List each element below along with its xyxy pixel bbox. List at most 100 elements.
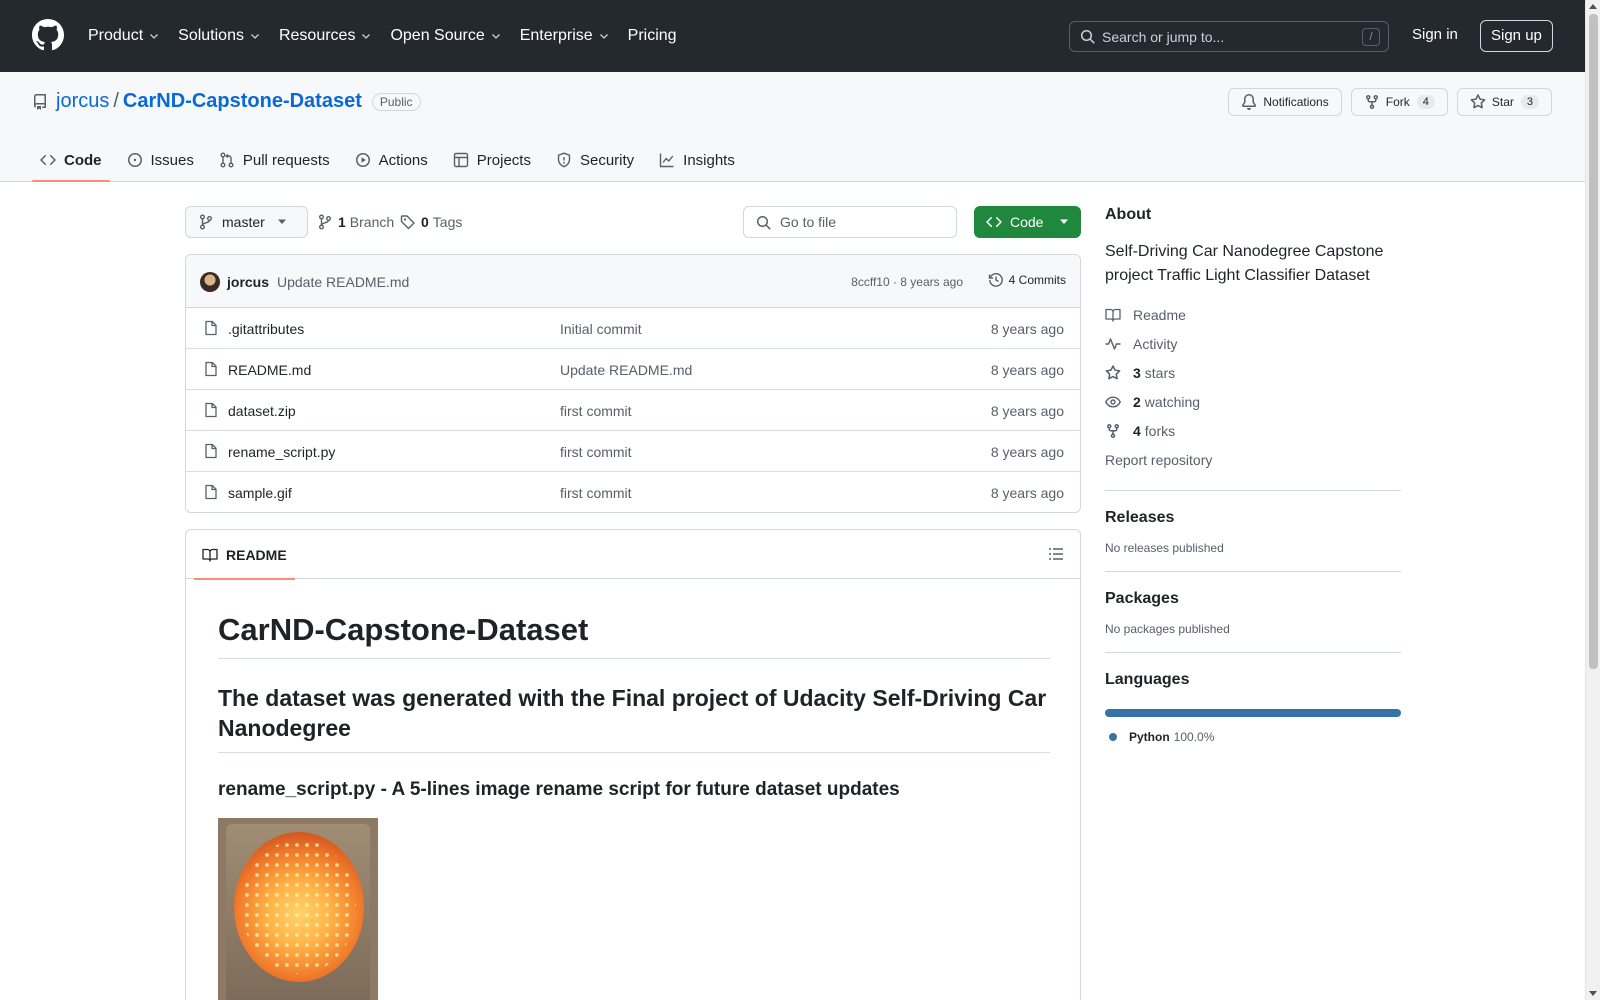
tab-insights[interactable]: Insights <box>651 138 743 182</box>
file-name-link[interactable]: dataset.zip <box>228 403 296 419</box>
language-item[interactable]: Python 100.0% <box>1105 730 1401 744</box>
nav-product[interactable]: Product <box>88 27 160 45</box>
repo-header: jorcus / CarND-Capstone-Dataset Public N… <box>0 72 1585 182</box>
commits-history-link[interactable]: 4 Commits <box>988 272 1066 288</box>
page-scrollbar[interactable] <box>1585 0 1600 1000</box>
language-bar <box>1105 709 1401 717</box>
traffic-light-sample-image[interactable] <box>218 817 378 1000</box>
fork-button[interactable]: Fork 4 <box>1350 88 1448 116</box>
nav-pricing[interactable]: Pricing <box>628 27 677 45</box>
search-input[interactable]: Search or jump to... / <box>1069 21 1389 52</box>
readme-tab[interactable]: README <box>194 530 295 580</box>
file-commit-message[interactable]: first commit <box>560 444 632 460</box>
file-commit-message[interactable]: first commit <box>560 485 632 501</box>
commit-message-link[interactable]: Update README.md <box>277 274 409 290</box>
nav-resources[interactable]: Resources <box>279 27 372 45</box>
tag-icon <box>400 215 415 230</box>
code-icon <box>986 216 1002 228</box>
graph-icon <box>659 153 674 168</box>
file-row[interactable]: rename_script.py first commit 8 years ag… <box>186 431 1080 472</box>
readme-link[interactable]: Readme <box>1105 300 1401 329</box>
stars-link[interactable]: 3 stars <box>1105 358 1401 387</box>
repo-sidebar: About Self-Driving Car Nanodegree Capsto… <box>1105 206 1401 744</box>
table-icon <box>453 152 468 168</box>
file-row[interactable]: dataset.zip first commit 8 years ago <box>186 390 1080 431</box>
scrollbar-thumb[interactable] <box>1589 14 1598 669</box>
star-icon <box>1105 364 1121 379</box>
file-commit-message[interactable]: first commit <box>560 403 632 419</box>
tab-security[interactable]: Security <box>548 138 642 182</box>
readme-title: CarND-Capstone-Dataset <box>218 612 1050 659</box>
caret-down-icon <box>277 219 286 224</box>
caret-down-icon <box>1060 219 1068 224</box>
nav-solutions[interactable]: Solutions <box>178 27 261 45</box>
file-name-link[interactable]: sample.gif <box>228 485 292 501</box>
list-outline-icon[interactable] <box>1048 546 1064 562</box>
scroll-down-arrow-icon[interactable] <box>1589 991 1597 996</box>
repo-description: Self-Driving Car Nanodegree Capstone pro… <box>1105 243 1384 284</box>
tab-code[interactable]: Code <box>32 138 110 182</box>
releases-empty-text: No releases published <box>1105 541 1224 555</box>
commit-author-link[interactable]: jorcus <box>227 274 269 290</box>
repo-owner-link[interactable]: jorcus <box>56 90 109 113</box>
readme-header: README <box>186 530 1080 580</box>
issue-icon <box>127 153 142 167</box>
packages-heading[interactable]: Packages <box>1105 590 1401 608</box>
code-icon <box>40 154 56 166</box>
branch-selector[interactable]: master <box>185 206 308 238</box>
releases-heading[interactable]: Releases <box>1105 509 1401 527</box>
star-button[interactable]: Star 3 <box>1456 88 1552 116</box>
sign-up-button[interactable]: Sign up <box>1480 20 1553 52</box>
file-age: 8 years ago <box>990 403 1064 419</box>
github-logo-icon[interactable] <box>32 19 64 51</box>
language-percent: 100.0% <box>1173 730 1215 744</box>
nav-open-source[interactable]: Open Source <box>390 27 501 45</box>
readme-panel: README CarND-Capstone-Dataset The datase… <box>185 529 1081 1000</box>
file-age: 8 years ago <box>990 485 1064 501</box>
file-commit-message[interactable]: Initial commit <box>560 321 642 337</box>
repo-name-link[interactable]: CarND-Capstone-Dataset <box>123 90 362 113</box>
global-header: Product Solutions Resources Open Source … <box>0 0 1585 72</box>
file-list: jorcus Update README.md 8ccff10 · 8 year… <box>185 254 1081 513</box>
code-dropdown-button[interactable]: Code <box>974 206 1081 238</box>
avatar[interactable] <box>200 272 220 292</box>
about-links: Readme Activity 3 stars 2 watching 4 forks … <box>1105 300 1401 474</box>
file-row[interactable]: README.md Update README.md 8 years ago <box>186 349 1080 390</box>
file-row[interactable]: sample.gif first commit 8 years ago <box>186 472 1080 512</box>
repo-breadcrumb: jorcus / CarND-Capstone-Dataset Public <box>32 90 421 113</box>
branch-bar: master 1 Branch 0 Tags Go to file Code <box>185 206 1081 238</box>
search-placeholder: Search or jump to... <box>1102 28 1225 45</box>
tab-actions[interactable]: Actions <box>347 138 436 182</box>
commit-hash-age[interactable]: 8ccff10 · 8 years ago <box>851 275 963 289</box>
tab-projects[interactable]: Projects <box>445 138 539 182</box>
activity-link[interactable]: Activity <box>1105 329 1401 358</box>
watching-link[interactable]: 2 watching <box>1105 387 1401 416</box>
readme-section-heading: rename_script.py - A 5-lines image renam… <box>218 778 900 800</box>
file-commit-message[interactable]: Update README.md <box>560 362 692 378</box>
file-name-link[interactable]: README.md <box>228 362 311 378</box>
tab-pull-requests[interactable]: Pull requests <box>211 138 338 182</box>
star-count: 3 <box>1520 95 1539 109</box>
notifications-button[interactable]: Notifications <box>1228 88 1342 116</box>
language-name: Python <box>1129 730 1170 744</box>
file-name-link[interactable]: rename_script.py <box>228 444 335 460</box>
latest-commit-bar: jorcus Update README.md 8ccff10 · 8 year… <box>186 255 1080 308</box>
tags-link[interactable]: 0 Tags <box>400 214 462 230</box>
file-row[interactable]: .gitattributes Initial commit 8 years ag… <box>186 308 1080 349</box>
book-icon <box>202 548 218 562</box>
forks-link[interactable]: 4 forks <box>1105 416 1401 445</box>
star-icon <box>1470 94 1486 109</box>
traffic-light-lamp <box>234 831 364 982</box>
scroll-up-arrow-icon[interactable] <box>1589 4 1597 9</box>
go-to-file-input[interactable]: Go to file <box>743 206 957 238</box>
tab-issues[interactable]: Issues <box>119 138 202 182</box>
history-icon <box>988 273 1003 287</box>
sign-in-link[interactable]: Sign in <box>1412 26 1458 43</box>
file-age: 8 years ago <box>990 321 1064 337</box>
report-repository-link[interactable]: Report repository <box>1105 445 1401 474</box>
file-name-link[interactable]: .gitattributes <box>228 321 304 337</box>
releases-section: Releases No releases published <box>1105 490 1401 555</box>
nav-enterprise[interactable]: Enterprise <box>520 27 610 45</box>
branches-link[interactable]: 1 Branch <box>317 214 394 230</box>
bell-icon <box>1242 94 1257 110</box>
